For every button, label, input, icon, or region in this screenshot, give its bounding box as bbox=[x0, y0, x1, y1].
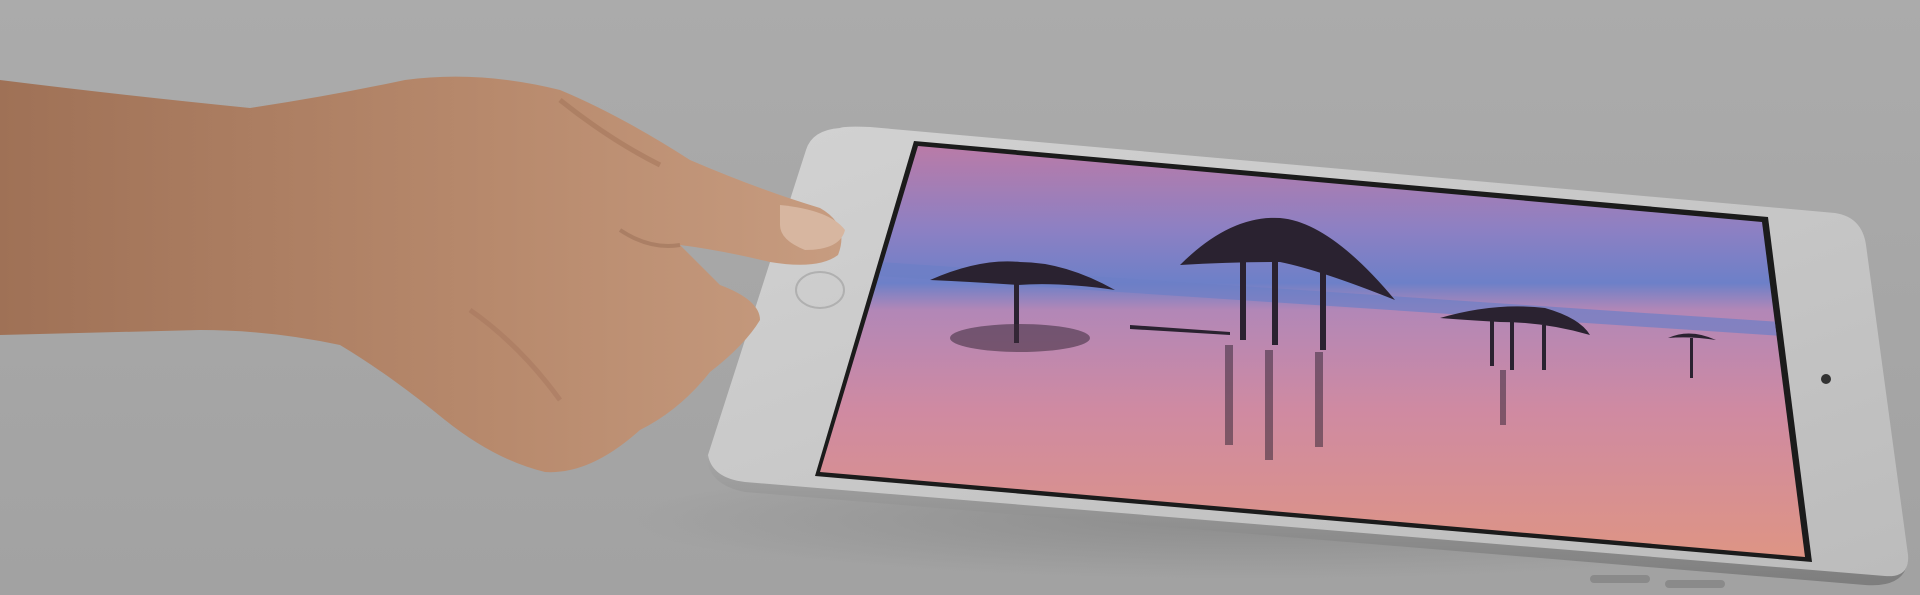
hero-illustration bbox=[0, 0, 1920, 595]
volume-button-2 bbox=[1665, 580, 1725, 588]
hero-photo bbox=[0, 0, 1920, 595]
volume-button bbox=[1590, 575, 1650, 583]
camera-dot bbox=[1821, 374, 1831, 384]
